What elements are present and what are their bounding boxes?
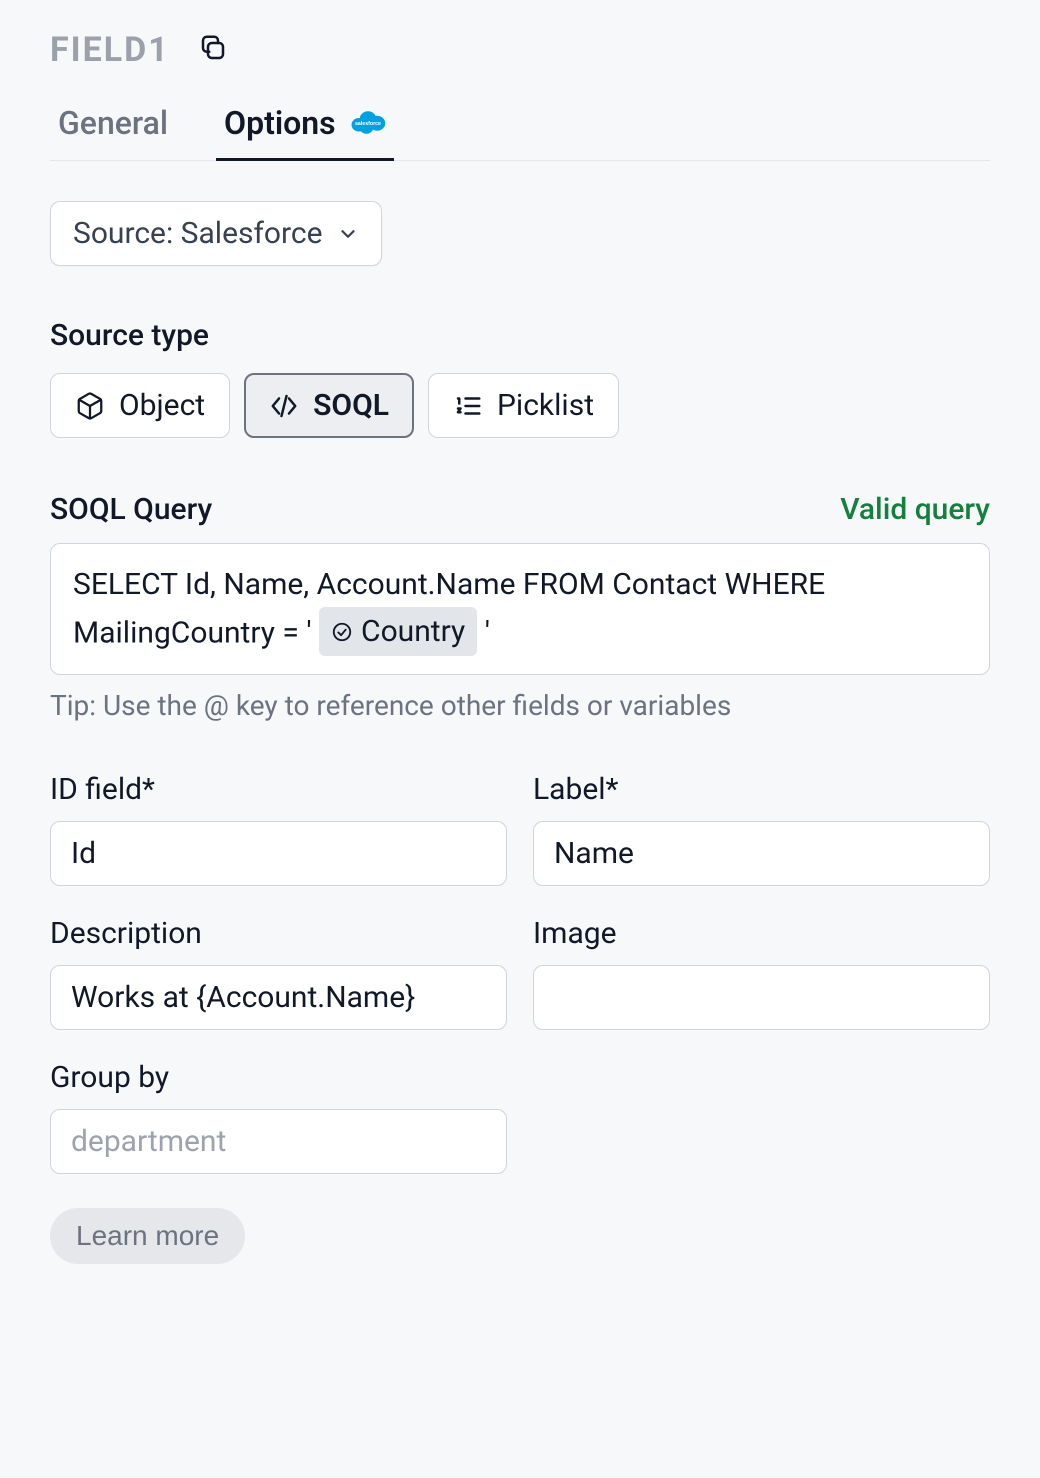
source-select-label: Source: Salesforce <box>73 216 323 251</box>
title-row: FIELD1 <box>50 30 990 70</box>
form-body: Source: Salesforce Source type Object SO… <box>0 161 1040 1294</box>
header-region: FIELD1 General Options sa <box>0 0 1040 161</box>
group-by-field-label: Group by <box>50 1060 507 1095</box>
source-type-soql[interactable]: SOQL <box>244 373 414 438</box>
source-type-group: Object SOQL Picklist <box>50 373 990 438</box>
numbered-list-icon <box>453 391 483 421</box>
variable-token-country[interactable]: Country <box>319 607 477 656</box>
label-field-input[interactable] <box>533 821 990 886</box>
salesforce-cloud-icon: salesforce <box>350 104 386 142</box>
svg-text:salesforce: salesforce <box>355 121 381 127</box>
label-field-group: Label* <box>533 772 990 886</box>
source-type-label: Source type <box>50 318 990 353</box>
soql-query-header: SOQL Query Valid query <box>50 492 990 527</box>
field-title: FIELD1 <box>50 30 170 70</box>
group-by-field-input[interactable] <box>50 1109 507 1174</box>
tab-options[interactable]: Options salesforce <box>216 104 394 161</box>
source-select[interactable]: Source: Salesforce <box>50 201 382 266</box>
source-type-object[interactable]: Object <box>50 373 230 438</box>
description-field-label: Description <box>50 916 507 951</box>
soql-query-label: SOQL Query <box>50 492 212 527</box>
description-field-group: Description <box>50 916 507 1030</box>
group-by-field-group: Group by <box>50 1060 507 1174</box>
field-grid-1: ID field* Label* Description Image <box>50 772 990 1030</box>
check-circle-icon <box>331 621 353 643</box>
source-type-picklist[interactable]: Picklist <box>428 373 619 438</box>
tab-options-label: Options <box>224 104 336 142</box>
chevron-down-icon <box>337 223 359 245</box>
soql-query-status: Valid query <box>840 492 990 527</box>
description-field-input[interactable] <box>50 965 507 1030</box>
cube-icon <box>75 391 105 421</box>
id-field-label: ID field* <box>50 772 507 807</box>
label-field-label: Label* <box>533 772 990 807</box>
copy-icon[interactable] <box>198 33 228 67</box>
source-type-object-label: Object <box>119 388 205 423</box>
id-field-input[interactable] <box>50 821 507 886</box>
source-type-picklist-label: Picklist <box>497 388 594 423</box>
image-field-group: Image <box>533 916 990 1030</box>
learn-more-button[interactable]: Learn more <box>50 1208 245 1264</box>
soql-query-input[interactable]: SELECT Id, Name, Account.Name FROM Conta… <box>50 543 990 675</box>
image-field-input[interactable] <box>533 965 990 1030</box>
tab-general[interactable]: General <box>50 104 176 161</box>
tabs: General Options salesforce <box>50 104 990 161</box>
variable-token-label: Country <box>361 609 465 654</box>
soql-query-text-suffix: ' <box>485 616 490 651</box>
tab-general-label: General <box>58 104 168 142</box>
image-field-label: Image <box>533 916 990 951</box>
source-type-soql-label: SOQL <box>313 388 389 423</box>
learn-more-label: Learn more <box>76 1220 219 1251</box>
field-grid-2: Group by <box>50 1060 990 1174</box>
code-icon <box>269 391 299 421</box>
soql-tip: Tip: Use the @ key to reference other fi… <box>50 689 990 722</box>
id-field-group: ID field* <box>50 772 507 886</box>
